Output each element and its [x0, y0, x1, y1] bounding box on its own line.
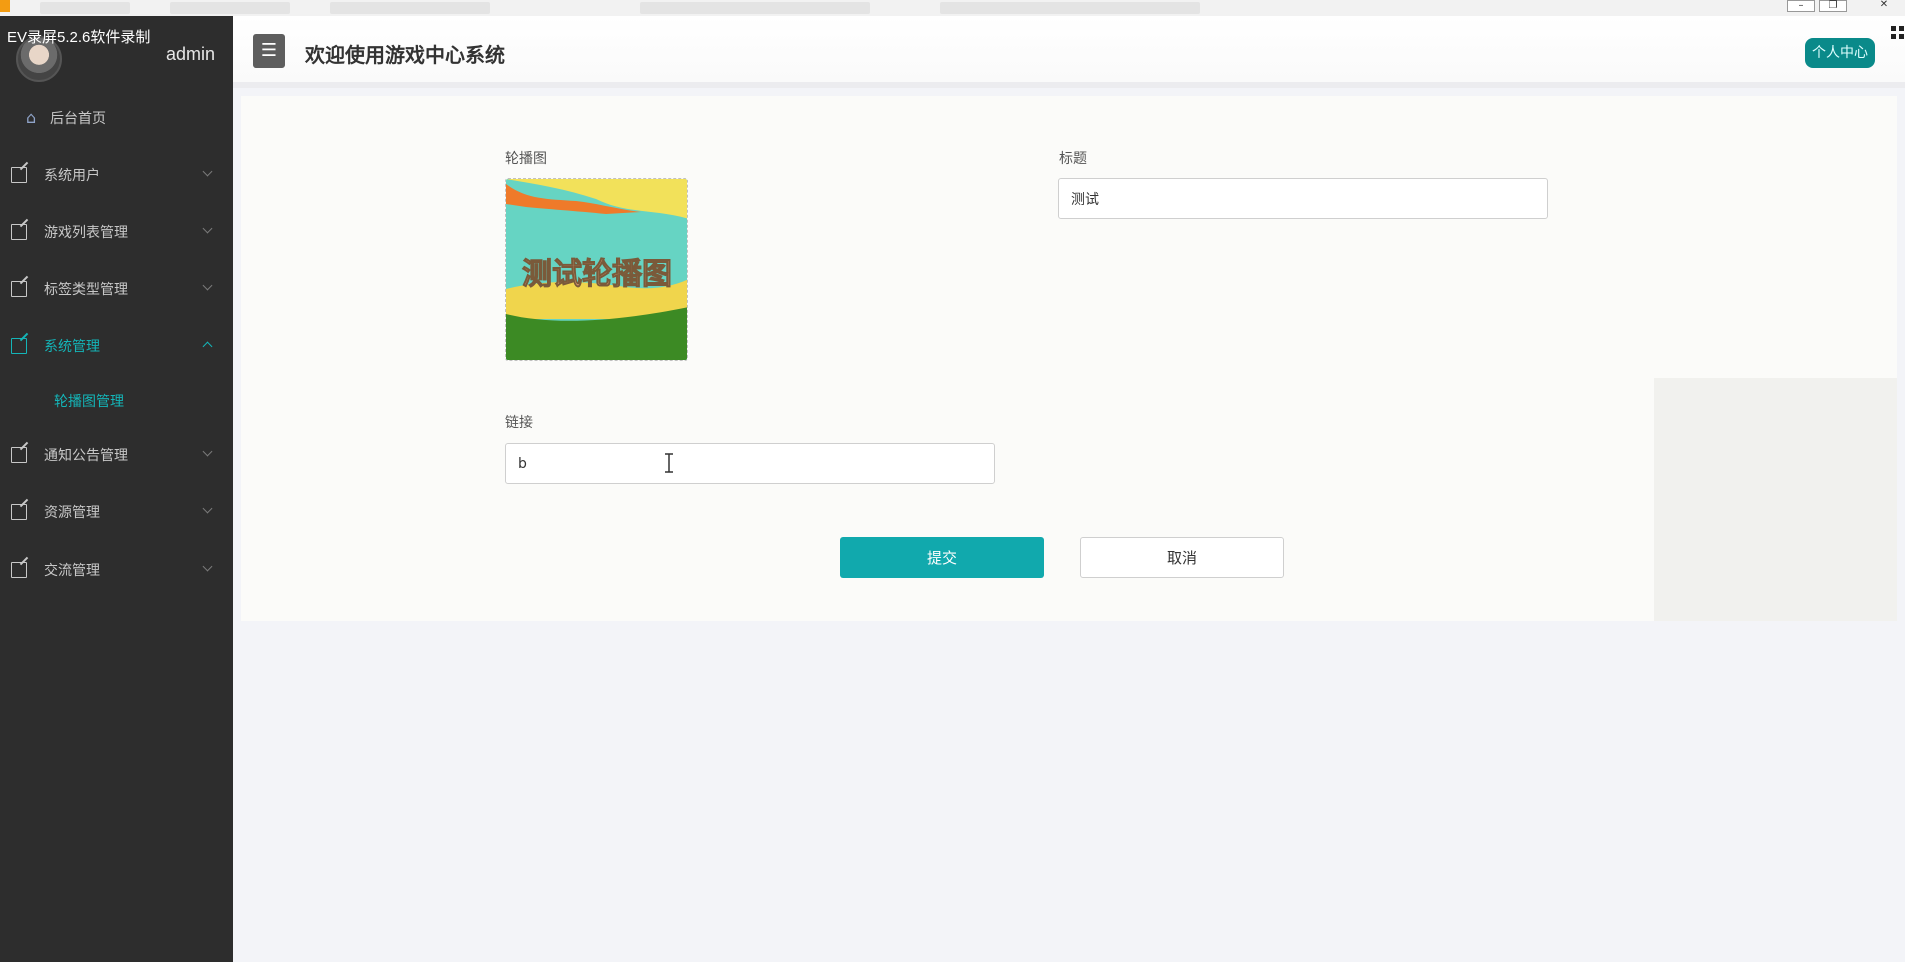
sidebar-item-system-users[interactable]: 系统用户	[0, 155, 233, 195]
sidebar-item-label: 系统用户	[44, 168, 100, 184]
cancel-button[interactable]: 取消	[1080, 537, 1284, 578]
restore-icon[interactable]: ❐	[1819, 0, 1847, 12]
edit-icon	[11, 338, 27, 354]
edit-icon	[11, 562, 27, 578]
window-top-strip: – ❐ ✕	[0, 0, 1905, 16]
card-overlay	[1654, 378, 1897, 621]
minimize-icon[interactable]: –	[1787, 0, 1815, 12]
profile-button[interactable]: 个人中心	[1805, 38, 1875, 68]
sidebar-item-game-list[interactable]: 游戏列表管理	[0, 212, 233, 252]
edit-icon	[11, 447, 27, 463]
link-input[interactable]	[505, 443, 995, 484]
sidebar-item-label: 系统管理	[44, 339, 100, 355]
sidebar-item-label: 资源管理	[44, 505, 100, 521]
sidebar-item-label: 标签类型管理	[44, 282, 128, 298]
carousel-image-upload[interactable]: 测试轮播图	[505, 178, 688, 361]
browser-tab[interactable]	[170, 2, 290, 14]
browser-tab[interactable]	[40, 2, 130, 14]
sidebar-item-resources[interactable]: 资源管理	[0, 492, 233, 532]
sidebar-item-label: 通知公告管理	[44, 448, 128, 464]
title-label: 标题	[1059, 151, 1087, 167]
browser-tab[interactable]	[940, 2, 1200, 14]
form-card	[241, 96, 1897, 621]
chevron-up-icon	[202, 341, 213, 352]
edit-icon	[11, 167, 27, 183]
edit-icon	[11, 281, 27, 297]
carousel-image-caption: 测试轮播图	[522, 257, 672, 292]
image-label: 轮播图	[505, 151, 547, 167]
page-title: 欢迎使用游戏中心系统	[305, 43, 505, 67]
sidebar-item-system-management[interactable]: 系统管理	[0, 326, 233, 366]
submit-button[interactable]: 提交	[840, 537, 1044, 578]
chevron-down-icon	[202, 166, 213, 177]
sidebar-item-notices[interactable]: 通知公告管理	[0, 435, 233, 475]
recorder-icon	[0, 0, 10, 12]
chevron-down-icon	[202, 446, 213, 457]
sidebar-item-label: 后台首页	[50, 111, 106, 127]
sidebar-item-label: 交流管理	[44, 563, 100, 579]
home-icon: ⌂	[26, 108, 37, 127]
header: ☰ 欢迎使用游戏中心系统 个人中心	[233, 16, 1905, 88]
sidebar-item-label: 游戏列表管理	[44, 225, 128, 241]
chevron-down-icon	[202, 280, 213, 291]
sidebar-subitem-carousel[interactable]: 轮播图管理	[54, 391, 124, 411]
chevron-down-icon	[202, 561, 213, 572]
browser-tab[interactable]	[640, 2, 870, 14]
carousel-image: 测试轮播图	[506, 179, 687, 360]
menu-toggle-button[interactable]: ☰	[253, 34, 285, 68]
username: admin	[166, 44, 216, 64]
chevron-down-icon	[202, 503, 213, 514]
fullscreen-icon[interactable]	[1891, 26, 1905, 40]
edit-icon	[11, 504, 27, 520]
recorder-label: EV录屏5.2.6软件录制	[7, 29, 151, 46]
text-cursor-icon	[665, 453, 673, 473]
menu-icon: ☰	[260, 40, 278, 61]
chevron-down-icon	[202, 223, 213, 234]
link-label: 链接	[505, 415, 533, 431]
sidebar-item-discussion[interactable]: 交流管理	[0, 550, 233, 590]
close-icon[interactable]: ✕	[1870, 0, 1898, 12]
sidebar-item-home[interactable]: ⌂ 后台首页	[0, 98, 233, 138]
sidebar: admin ⌂ 后台首页 系统用户 游戏列表管理 标签类型管理 系统管理 轮播图…	[0, 16, 233, 962]
browser-tab[interactable]	[330, 2, 490, 14]
title-input[interactable]	[1058, 178, 1548, 219]
edit-icon	[11, 224, 27, 240]
sidebar-item-tag-types[interactable]: 标签类型管理	[0, 269, 233, 309]
